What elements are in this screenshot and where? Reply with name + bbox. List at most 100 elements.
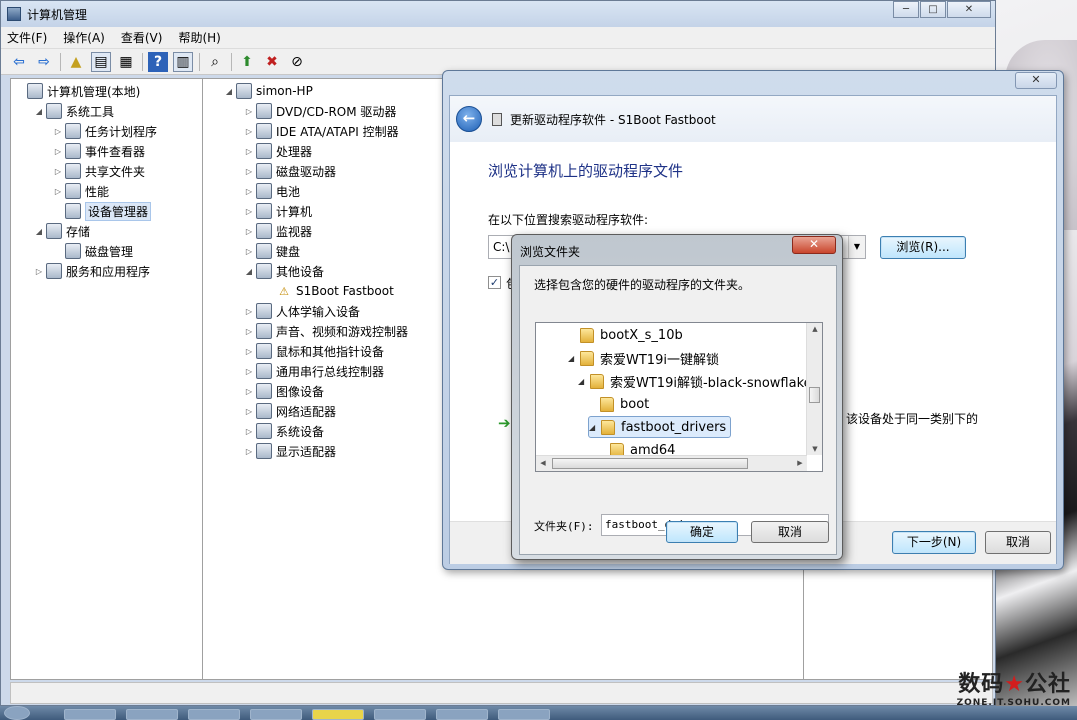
- expand-arrow-icon[interactable]: ▷: [244, 227, 254, 236]
- scrollbar-thumb[interactable]: [809, 387, 820, 403]
- expand-arrow-icon[interactable]: ▷: [53, 147, 63, 156]
- minimize-button[interactable]: ─: [893, 1, 919, 18]
- expand-arrow-icon[interactable]: ▷: [244, 367, 254, 376]
- sound-icon: [256, 323, 272, 339]
- expand-arrow-icon[interactable]: ▷: [244, 147, 254, 156]
- ok-button[interactable]: 确定: [666, 521, 738, 543]
- expand-arrow-icon[interactable]: ▷: [244, 387, 254, 396]
- folder-tree-item[interactable]: bootX_s_10b: [580, 324, 683, 346]
- tree-node[interactable]: ◢ 系统工具: [11, 101, 202, 121]
- watermark-text: 数码: [958, 672, 1005, 697]
- expand-arrow-icon[interactable]: ▷: [244, 327, 254, 336]
- folder-tree-item[interactable]: ◢ 索爱WT19i一键解锁: [568, 347, 719, 369]
- expand-arrow-icon[interactable]: ◢: [244, 267, 254, 276]
- taskbar-button[interactable]: [436, 709, 488, 720]
- start-button[interactable]: [4, 706, 30, 720]
- taskbar-button[interactable]: [498, 709, 550, 720]
- clock-icon: [65, 123, 81, 139]
- menu-view[interactable]: 查看(V): [121, 29, 163, 46]
- browse-cancel-button[interactable]: 取消: [751, 521, 829, 543]
- expand-arrow-icon[interactable]: ◢: [578, 377, 588, 386]
- expand-arrow-icon[interactable]: ▷: [244, 307, 254, 316]
- up-folder-icon[interactable]: ▲: [66, 52, 86, 72]
- include-subfolders-checkbox[interactable]: ✓: [488, 276, 501, 289]
- tree-node[interactable]: 磁盘管理: [11, 241, 202, 261]
- expand-arrow-icon[interactable]: ▷: [244, 247, 254, 256]
- scrollbar-thumb[interactable]: [552, 458, 748, 469]
- tree-node[interactable]: ▷ 任务计划程序: [11, 121, 202, 141]
- folder-tree-item[interactable]: ◢ fastboot_drivers: [588, 416, 732, 438]
- tree-node[interactable]: ▷ 事件查看器: [11, 141, 202, 161]
- expand-arrow-icon[interactable]: ◢: [224, 87, 234, 96]
- next-button[interactable]: 下一步(N): [892, 531, 976, 554]
- browse-dialog-close-button[interactable]: ✕: [792, 236, 836, 254]
- cancel-button[interactable]: 取消: [985, 531, 1051, 554]
- expand-arrow-icon[interactable]: ▷: [53, 127, 63, 136]
- taskbar-button[interactable]: [64, 709, 116, 720]
- menu-action[interactable]: 操作(A): [63, 29, 105, 46]
- expand-arrow-icon[interactable]: ▷: [244, 187, 254, 196]
- action-pane-icon[interactable]: ▥: [173, 51, 193, 72]
- uninstall-icon[interactable]: ✖: [262, 52, 282, 72]
- update-driver-icon[interactable]: ⬆: [237, 52, 257, 72]
- tree-node-label: 人体学输入设备: [276, 304, 361, 319]
- expand-arrow-icon[interactable]: ▷: [244, 427, 254, 436]
- close-button[interactable]: ✕: [947, 1, 991, 18]
- tree-node[interactable]: ▷ 性能: [11, 181, 202, 201]
- vertical-scrollbar[interactable]: ▲ ▼: [806, 323, 822, 455]
- expand-arrow-icon[interactable]: ◢: [589, 423, 599, 432]
- expand-arrow-icon[interactable]: ▷: [244, 347, 254, 356]
- window-titlebar[interactable]: 计算机管理 ─ □ ✕: [1, 1, 995, 27]
- dialog-close-button[interactable]: ✕: [1015, 72, 1057, 89]
- expand-arrow-icon[interactable]: ▷: [53, 167, 63, 176]
- expand-arrow-icon[interactable]: ▷: [244, 447, 254, 456]
- scroll-up-icon[interactable]: ▲: [807, 323, 822, 335]
- dialog-header: ← 更新驱动程序软件 - S1Boot Fastboot: [450, 96, 1056, 142]
- disable-device-icon[interactable]: ⊘: [287, 52, 307, 72]
- tree-node-label: 处理器: [276, 144, 313, 159]
- expand-arrow-icon[interactable]: ▷: [244, 107, 254, 116]
- scroll-right-icon[interactable]: ▶: [793, 456, 807, 471]
- expand-arrow-icon[interactable]: ▷: [244, 127, 254, 136]
- scan-hardware-icon[interactable]: ⌕: [205, 52, 225, 72]
- chevron-down-icon[interactable]: ▼: [848, 236, 865, 258]
- expand-arrow-icon[interactable]: ◢: [568, 354, 578, 363]
- taskbar-button[interactable]: [312, 709, 364, 720]
- expand-arrow-icon[interactable]: ▷: [244, 407, 254, 416]
- taskbar-button[interactable]: [126, 709, 178, 720]
- back-arrow-icon[interactable]: ←: [456, 106, 482, 132]
- other-devices-icon: [256, 263, 272, 279]
- folder-tree-item[interactable]: ◢ 索爱WT19i解锁-black-snowflake: [578, 370, 812, 392]
- tree-node[interactable]: 设备管理器: [11, 201, 202, 221]
- taskbar-button[interactable]: [374, 709, 426, 720]
- expand-arrow-icon[interactable]: ◢: [34, 227, 44, 236]
- browse-button[interactable]: 浏览(R)...: [880, 236, 966, 259]
- tree-node[interactable]: ◢ 存储: [11, 221, 202, 241]
- horizontal-scrollbar[interactable]: ◀ ▶: [536, 455, 807, 471]
- back-arrow-icon[interactable]: ⇦: [9, 52, 29, 72]
- scroll-down-icon[interactable]: ▼: [807, 443, 822, 455]
- maximize-button[interactable]: □: [920, 1, 946, 18]
- menu-file[interactable]: 文件(F): [7, 29, 47, 46]
- taskbar-button[interactable]: [250, 709, 302, 720]
- expand-arrow-icon[interactable]: ▷: [34, 267, 44, 276]
- folder-label: fastboot_drivers: [621, 419, 727, 435]
- folder-tree[interactable]: amd64 ◢ fastboot_drivers boot ◢ 索爱WT19i解锁-bla…: [535, 322, 823, 472]
- menu-help[interactable]: 帮助(H): [178, 29, 220, 46]
- expand-arrow-icon[interactable]: ◢: [34, 107, 44, 116]
- taskbar-button[interactable]: [188, 709, 240, 720]
- forward-arrow-icon[interactable]: ⇨: [34, 52, 54, 72]
- folder-tree-item[interactable]: boot: [600, 393, 649, 415]
- expand-arrow-icon[interactable]: ▷: [53, 187, 63, 196]
- tree-node[interactable]: ▷ 共享文件夹: [11, 161, 202, 181]
- folder-icon: [580, 327, 594, 343]
- expand-arrow-icon[interactable]: ▷: [244, 167, 254, 176]
- folder-icon: [601, 419, 615, 435]
- properties-icon[interactable]: ▦: [116, 52, 136, 72]
- help-icon[interactable]: ?: [148, 51, 168, 72]
- show-hide-tree-icon[interactable]: ▤: [91, 51, 111, 72]
- scroll-left-icon[interactable]: ◀: [536, 456, 550, 471]
- expand-arrow-icon[interactable]: ▷: [244, 207, 254, 216]
- tree-node[interactable]: 计算机管理(本地): [11, 81, 202, 101]
- tree-node[interactable]: ▷ 服务和应用程序: [11, 261, 202, 281]
